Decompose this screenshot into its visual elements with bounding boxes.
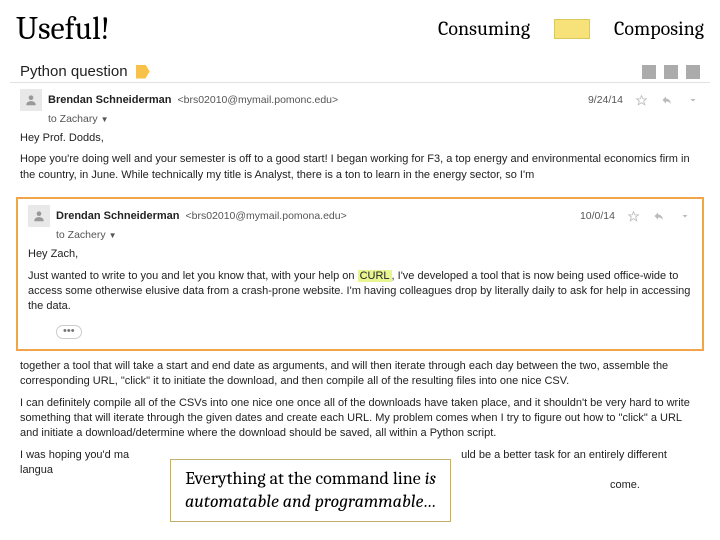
sender-email: <brs02010@mymail.pomonc.edu> xyxy=(177,94,338,106)
message-body: Hey Zach, Just wanted to write to you an… xyxy=(28,247,692,315)
gmail-thread: Python question Brendan Schneiderman <br… xyxy=(0,57,720,508)
star-icon[interactable] xyxy=(635,94,648,107)
callout-line2: automatable and programmable… xyxy=(185,491,436,512)
recipient-dropdown-icon[interactable]: ▼ xyxy=(101,115,109,124)
message-header: Drendan Schneiderman <brs02010@mymail.po… xyxy=(28,205,692,227)
to-line: to Zachery▼ xyxy=(56,229,692,241)
to-text: to Zachary xyxy=(48,113,98,125)
reply-icon[interactable] xyxy=(660,94,674,106)
slide-title: Useful! xyxy=(16,10,110,47)
text: I was hoping you'd ma xyxy=(20,449,129,461)
consuming-box-icon xyxy=(554,19,590,39)
more-menu-icon[interactable] xyxy=(686,94,700,106)
callout-line1: Everything at the command line xyxy=(185,468,424,489)
curl-highlight: CURL xyxy=(358,270,392,282)
label-tag-icon[interactable] xyxy=(136,65,150,79)
reply-icon[interactable] xyxy=(652,210,666,222)
print-icon[interactable] xyxy=(664,65,678,79)
to-line: to Zachary▼ xyxy=(48,113,700,125)
message-header: Brendan Schneiderman <brs02010@mymail.po… xyxy=(20,89,700,111)
body-paragraph: Hope you're doing well and your semester… xyxy=(20,152,700,183)
greeting: Hey Prof. Dodds, xyxy=(20,131,700,146)
composing-label: Composing xyxy=(614,17,704,40)
thread-action-icons xyxy=(642,65,700,79)
recipient-dropdown-icon[interactable]: ▼ xyxy=(109,231,117,240)
popout-icon[interactable] xyxy=(686,65,700,79)
email-message-1: Brendan Schneiderman <brs02010@mymail.po… xyxy=(10,82,710,197)
sender-email: <brs02010@mymail.pomona.edu> xyxy=(185,210,346,222)
sender-name[interactable]: Brendan Schneiderman xyxy=(48,94,171,106)
consuming-label: Consuming xyxy=(438,17,530,40)
callout-box: Everything at the command line is automa… xyxy=(170,459,451,522)
body-paragraph: I can definitely compile all of the CSVs… xyxy=(20,396,700,442)
to-text: to Zachery xyxy=(56,229,106,241)
email-message-2-highlighted: Drendan Schneiderman <brs02010@mymail.po… xyxy=(16,197,704,351)
email-subject: Python question xyxy=(20,63,128,80)
message-body: Hey Prof. Dodds, Hope you're doing well … xyxy=(20,131,700,183)
slide-header: Useful! Consuming Composing xyxy=(0,0,720,57)
body-paragraph: together a tool that will take a start a… xyxy=(20,359,700,390)
avatar-icon xyxy=(28,205,50,227)
avatar-icon xyxy=(20,89,42,111)
message-date: 9/24/14 xyxy=(588,94,623,106)
star-icon[interactable] xyxy=(627,210,640,223)
callout-is: is xyxy=(425,468,436,489)
more-menu-icon[interactable] xyxy=(678,210,692,222)
subject-row: Python question xyxy=(10,57,710,82)
message-date: 10/0/14 xyxy=(580,210,615,222)
text: Just wanted to write to you and let you … xyxy=(28,270,358,282)
show-trimmed-button[interactable]: ••• xyxy=(56,325,82,339)
sender-name[interactable]: Drendan Schneiderman xyxy=(56,210,179,222)
body-paragraph: Just wanted to write to you and let you … xyxy=(28,269,692,315)
header-right: Consuming Composing xyxy=(438,17,704,40)
text: come. xyxy=(610,478,640,493)
people-icon[interactable] xyxy=(642,65,656,79)
greeting: Hey Zach, xyxy=(28,247,692,262)
